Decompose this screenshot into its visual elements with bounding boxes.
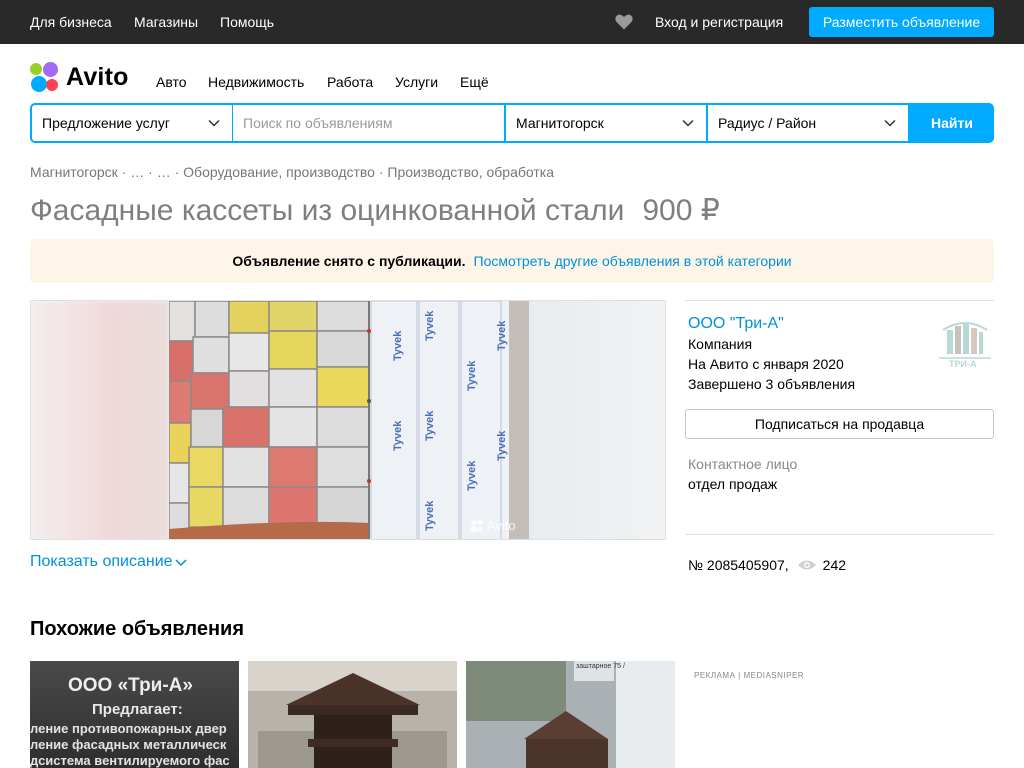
similar-card[interactable]: ООО «Три-А» Предлагает: ление противопож… — [30, 661, 239, 768]
breadcrumb-item[interactable]: … — [130, 164, 144, 180]
nav-services[interactable]: Услуги — [395, 74, 438, 90]
watermark-text: Avito — [487, 518, 516, 533]
logo-dot-green — [30, 63, 42, 75]
nav-more[interactable]: Ещё — [460, 74, 489, 90]
svg-text:Tyvek: Tyvek — [424, 410, 436, 441]
login-link[interactable]: Вход и регистрация — [655, 14, 783, 30]
logo-dot-blue — [31, 76, 47, 92]
contact-value: отдел продаж — [688, 476, 778, 492]
gallery-blur-right — [529, 301, 665, 539]
chevron-down-icon — [175, 559, 187, 566]
facade-cassettes-photo: Tyvek Tyvek Tyvek Tyvek Tyvek Tyvek Tyve… — [169, 301, 529, 539]
seller-type: Компания — [688, 336, 753, 352]
svg-text:Tyvek: Tyvek — [424, 310, 436, 341]
for-business-link[interactable]: Для бизнеса — [30, 14, 112, 30]
card-photo — [248, 661, 457, 768]
ad-label: РЕКЛАМА | MEDIASNIPER — [694, 671, 805, 680]
subscribe-button[interactable]: Подписаться на продавца — [685, 409, 994, 439]
similar-card[interactable]: заштарное 75 / — [466, 661, 675, 768]
city-select-value: Магнитогорск — [516, 115, 604, 131]
help-link[interactable]: Помощь — [220, 14, 274, 30]
seller-name[interactable]: ООО "Три-А" — [688, 315, 784, 333]
shops-link[interactable]: Магазины — [134, 14, 198, 30]
breadcrumb-item[interactable]: Магнитогорск — [30, 164, 118, 180]
radius-select[interactable]: Радиус / Район — [708, 105, 908, 141]
card-text-line: ление фасадных металлическ — [30, 737, 227, 752]
category-select-value: Предложение услуг — [42, 115, 170, 131]
radius-select-value: Радиус / Район — [718, 115, 817, 131]
divider — [685, 300, 994, 301]
card-sign-text: заштарное 75 / — [576, 663, 625, 670]
listing-title: Фасадные кассеты из оцинкованной стали — [30, 194, 625, 227]
card-photo — [466, 661, 675, 768]
breadcrumb: Магнитогорск · … · … · Оборудование, про… — [30, 164, 554, 180]
listing-title-row: Фасадные кассеты из оцинкованной стали 90… — [30, 193, 720, 229]
logo-dot-red — [46, 79, 58, 91]
gallery-blur-left — [31, 301, 169, 539]
svg-text:Tyvek: Tyvek — [466, 360, 478, 391]
eye-icon — [797, 560, 816, 570]
breadcrumb-item[interactable]: Производство, обработка — [387, 164, 554, 180]
chevron-down-icon — [884, 119, 896, 127]
seller-completed: Завершено 3 объявления — [688, 376, 856, 392]
avito-logo[interactable]: Avito — [30, 62, 140, 92]
card-text-line: дсистема вентилируемого фас — [30, 753, 230, 768]
city-select[interactable]: Магнитогорск — [506, 105, 706, 141]
nav-realty[interactable]: Недвижимость — [208, 74, 304, 90]
svg-text:Tyvek: Tyvek — [496, 320, 508, 351]
chevron-down-icon — [682, 119, 694, 127]
views-count: 242 — [822, 557, 847, 573]
seller-logo[interactable]: ТРИ-А — [935, 312, 995, 372]
card-text-line: ООО «Три-А» — [68, 675, 193, 696]
nav-work[interactable]: Работа — [327, 74, 373, 90]
avito-watermark-icon — [470, 518, 483, 532]
card-text-line: Предлагает: — [92, 701, 183, 718]
removed-notice: Объявление снято с публикации. Посмотрет… — [30, 239, 994, 283]
top-bar: Для бизнеса Магазины Помощь Вход и регис… — [0, 0, 1024, 44]
divider — [685, 534, 994, 535]
favorites-heart-icon[interactable] — [614, 12, 634, 32]
breadcrumb-item[interactable]: … — [157, 164, 171, 180]
seller-logo-text: ТРИ-А — [949, 359, 977, 369]
similar-card[interactable] — [248, 661, 457, 768]
listing-number-row: № 2085405907, 242 — [688, 557, 846, 573]
svg-text:Tyvek: Tyvek — [392, 420, 404, 451]
search-input[interactable] — [243, 105, 504, 141]
listing-number: № 2085405907, — [688, 557, 789, 573]
chevron-down-icon — [208, 119, 220, 127]
svg-text:Tyvek: Tyvek — [466, 460, 478, 491]
breadcrumb-item[interactable]: Оборудование, производство — [183, 164, 375, 180]
search-query-field[interactable] — [233, 105, 504, 141]
listing-price: 900 ₽ — [642, 194, 720, 227]
search-bar: Предложение услуг Магнитогорск Радиус / … — [30, 103, 994, 143]
removed-notice-text: Объявление снято с публикации. — [232, 253, 466, 269]
similar-title: Похожие объявления — [30, 618, 245, 640]
show-description-label: Показать описание — [30, 553, 173, 570]
find-button[interactable]: Найти — [910, 103, 994, 143]
photo-gallery[interactable]: Tyvek Tyvek Tyvek Tyvek Tyvek Tyvek Tyve… — [30, 300, 666, 540]
other-listings-link[interactable]: Посмотреть другие объявления в этой кате… — [474, 253, 792, 269]
svg-text:Tyvek: Tyvek — [392, 330, 404, 361]
svg-text:Tyvek: Tyvek — [496, 430, 508, 461]
card-text-line: ление противопожарных двер — [30, 721, 227, 736]
show-description-link[interactable]: Показать описание — [30, 553, 187, 571]
logo-wordmark: Avito — [66, 63, 129, 91]
contact-label: Контактное лицо — [688, 456, 798, 472]
photo-watermark: Avito — [470, 518, 516, 533]
nav-auto[interactable]: Авто — [156, 74, 187, 90]
category-select[interactable]: Предложение услуг — [32, 105, 232, 141]
post-ad-button[interactable]: Разместить объявление — [809, 7, 994, 37]
logo-dot-purple — [43, 62, 58, 77]
svg-text:Tyvek: Tyvek — [424, 500, 436, 531]
listing-photo[interactable]: Tyvek Tyvek Tyvek Tyvek Tyvek Tyvek Tyve… — [169, 301, 529, 539]
seller-since: На Авито с января 2020 — [688, 356, 844, 372]
